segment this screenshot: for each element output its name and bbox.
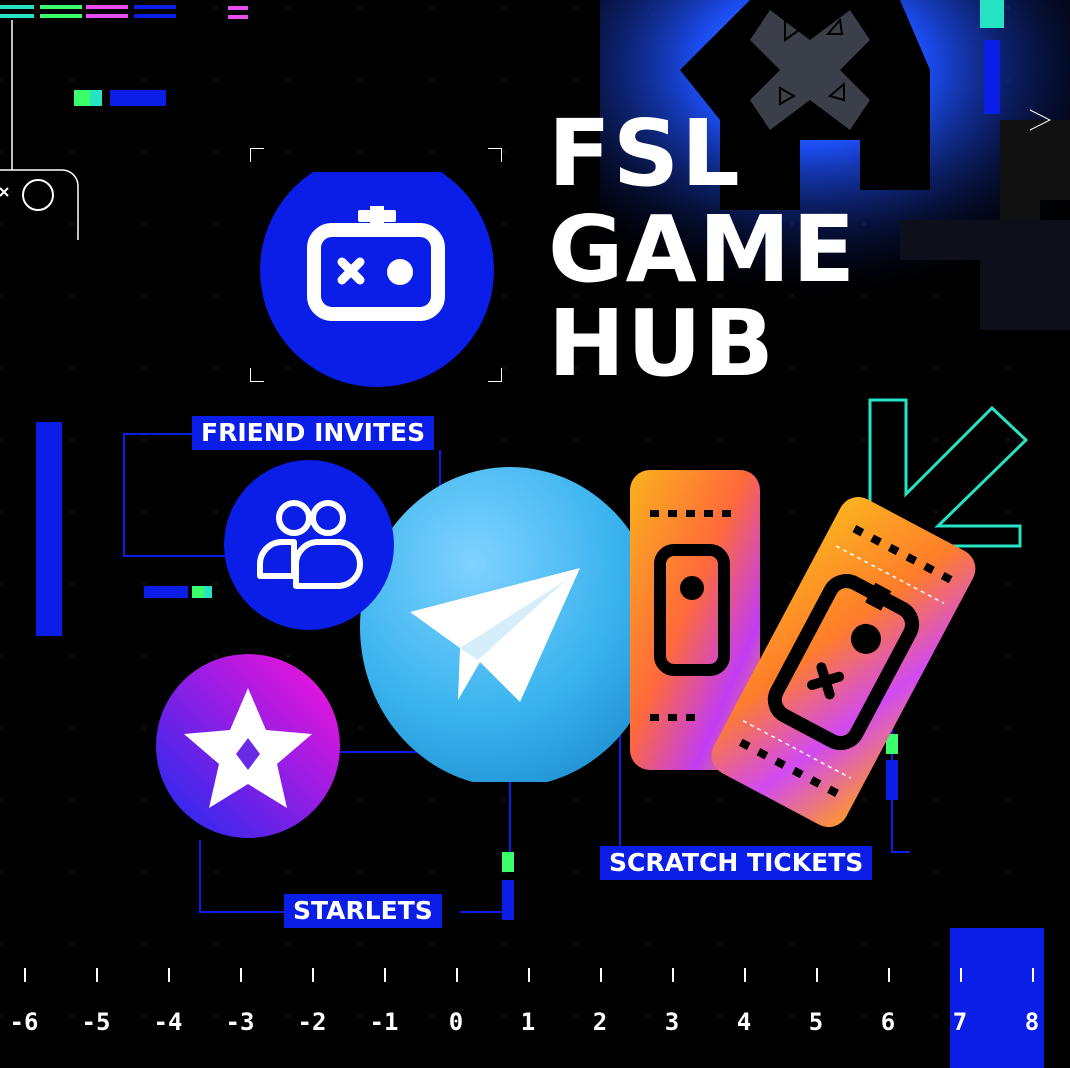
axis-number: -6 (9, 1008, 39, 1036)
axis-tick (960, 968, 962, 982)
axis-number: 4 (736, 1008, 752, 1036)
axis-tick (96, 968, 98, 982)
axis-number: -3 (225, 1008, 255, 1036)
label-scratch-tickets: SCRATCH TICKETS (600, 846, 873, 880)
axis-tick (528, 968, 530, 982)
axis-number: 7 (952, 1008, 968, 1036)
axis-tick (240, 968, 242, 982)
axis-number: 3 (664, 1008, 680, 1036)
axis-tick (744, 968, 746, 982)
two-people-icon (224, 460, 394, 630)
axis-number: -4 (153, 1008, 183, 1036)
deco-bottom-block (950, 928, 1044, 1068)
label-starlets: STARLETS (284, 894, 442, 928)
axis-tick (816, 968, 818, 982)
label-friend-invites: FRIEND INVITES (192, 416, 435, 450)
axis-tick (1032, 968, 1034, 982)
axis-number: -5 (81, 1008, 111, 1036)
axis-number: 8 (1024, 1008, 1040, 1036)
axis-number: 0 (448, 1008, 464, 1036)
axis-number: 5 (808, 1008, 824, 1036)
axis-tick (312, 968, 314, 982)
fsl-game-hub-poster: FSL GAME HUB FRIEND INVITES STARLETS SCR… (0, 0, 1070, 1068)
axis-tick (456, 968, 458, 982)
axis-tick (24, 968, 26, 982)
axis-number: -2 (297, 1008, 327, 1036)
axis-tick (888, 968, 890, 982)
axis-number: 2 (592, 1008, 608, 1036)
star-icon (156, 654, 340, 838)
axis-number: 1 (520, 1008, 536, 1036)
axis-tick (384, 968, 386, 982)
scratch-ticket-icon (600, 460, 980, 830)
axis-number: -1 (369, 1008, 399, 1036)
axis-tick (672, 968, 674, 982)
axis-tick (168, 968, 170, 982)
axis-number: 6 (880, 1008, 896, 1036)
axis-tick (600, 968, 602, 982)
